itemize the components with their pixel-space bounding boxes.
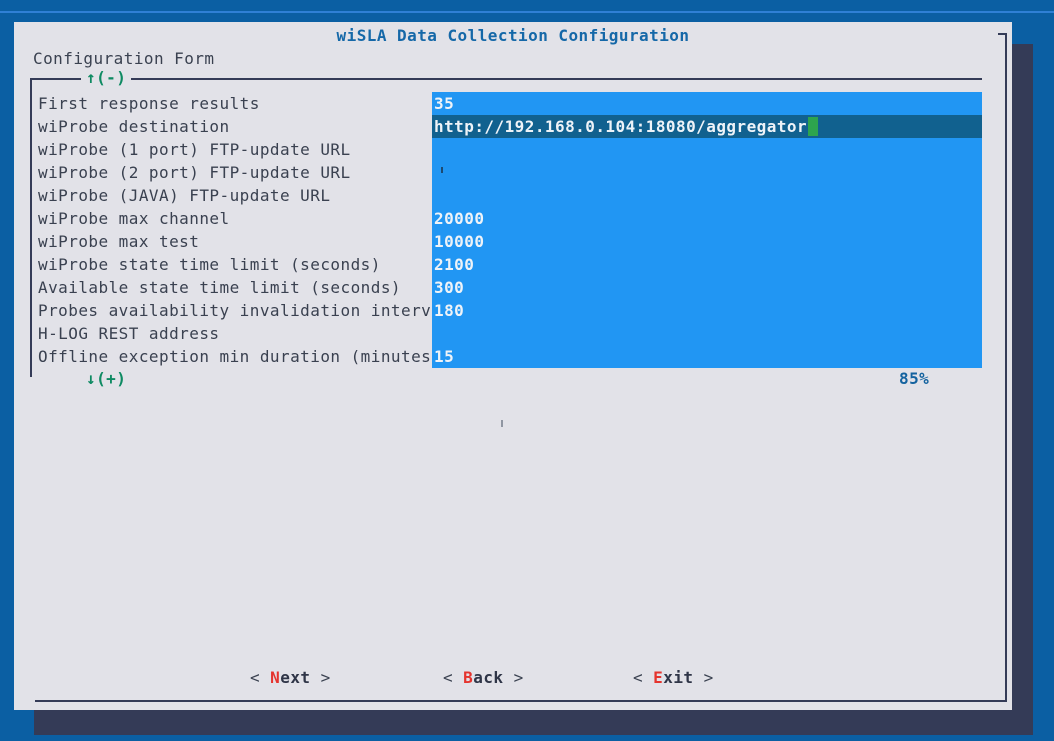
form-rows: First response results35wiProbe destinat… — [38, 92, 982, 368]
button-rest: xit — [663, 668, 693, 687]
scroll-progress-percentage: 85% — [899, 369, 929, 388]
button-rest: ext — [280, 668, 310, 687]
field-value: 2100 — [434, 255, 474, 274]
terminal-top-highlight — [0, 11, 1054, 13]
field-input[interactable] — [432, 161, 982, 184]
field-input[interactable]: 10000 — [432, 230, 982, 253]
next-button[interactable]: < Next > — [250, 668, 331, 687]
form-row: Available state time limit (seconds)300 — [38, 276, 982, 299]
field-input[interactable]: http://192.168.0.104:18080/aggregator — [432, 115, 982, 138]
field-input[interactable]: 20000 — [432, 207, 982, 230]
form-row: wiProbe (1 port) FTP-update URL — [38, 138, 982, 161]
form-row: Offline exception min duration (minutes1… — [38, 345, 982, 368]
page-title: wiSLA Data Collection Configuration — [14, 26, 1012, 45]
form-heading: Configuration Form — [33, 49, 215, 68]
form-row: Probes availability invalidation interv1… — [38, 299, 982, 322]
exit-button[interactable]: < Exit > — [633, 668, 714, 687]
form-box-border-top — [30, 78, 982, 80]
field-label: wiProbe (1 port) FTP-update URL — [38, 138, 432, 161]
field-input[interactable]: 35 — [432, 92, 982, 115]
terminal-screen: wiSLA Data Collection Configuration Conf… — [0, 0, 1054, 741]
field-input[interactable] — [432, 184, 982, 207]
field-input[interactable]: 15 — [432, 345, 982, 368]
form-box-border-left — [30, 78, 32, 377]
form-row: wiProbe state time limit (seconds)2100 — [38, 253, 982, 276]
field-label: wiProbe destination — [38, 115, 432, 138]
field-label: Offline exception min duration (minutes — [38, 345, 432, 368]
scroll-up-indicator: ↑(-) — [81, 68, 131, 87]
field-value: 20000 — [434, 209, 484, 228]
field-label: wiProbe state time limit (seconds) — [38, 253, 432, 276]
button-prefix: < — [633, 668, 653, 687]
button-prefix: < — [250, 668, 270, 687]
form-row: wiProbe (JAVA) FTP-update URL — [38, 184, 982, 207]
scroll-down-indicator: ↓(+) — [81, 369, 131, 388]
form-row: wiProbe destinationhttp://192.168.0.104:… — [38, 115, 982, 138]
field-label: wiProbe max test — [38, 230, 432, 253]
button-rest: ack — [473, 668, 503, 687]
field-input[interactable] — [432, 138, 982, 161]
form-row: First response results35 — [38, 92, 982, 115]
button-hotkey: E — [653, 668, 663, 687]
field-label: wiProbe (JAVA) FTP-update URL — [38, 184, 432, 207]
field-input[interactable]: 2100 — [432, 253, 982, 276]
field-label: Probes availability invalidation interv — [38, 299, 432, 322]
button-hotkey: N — [270, 668, 280, 687]
back-button[interactable]: < Back > — [443, 668, 524, 687]
dialog-border-right — [1005, 33, 1007, 702]
stray-mark — [501, 420, 503, 427]
field-value: 15 — [434, 347, 454, 366]
field-value: 35 — [434, 94, 454, 113]
field-input[interactable]: 180 — [432, 299, 982, 322]
button-suffix: > — [504, 668, 524, 687]
field-label: Available state time limit (seconds) — [38, 276, 432, 299]
field-value: 10000 — [434, 232, 484, 251]
dialog-border-bottom — [35, 700, 1007, 702]
button-prefix: < — [443, 668, 463, 687]
stray-mark — [441, 167, 443, 173]
text-cursor — [808, 117, 818, 136]
form-row: wiProbe max channel20000 — [38, 207, 982, 230]
field-value: 300 — [434, 278, 464, 297]
field-input[interactable]: 300 — [432, 276, 982, 299]
button-hotkey: B — [463, 668, 473, 687]
field-value: 180 — [434, 301, 464, 320]
form-row: wiProbe (2 port) FTP-update URL — [38, 161, 982, 184]
dialog-border-corner — [998, 33, 1007, 35]
form-row: H-LOG REST address — [38, 322, 982, 345]
field-label: H-LOG REST address — [38, 322, 432, 345]
form-row: wiProbe max test10000 — [38, 230, 982, 253]
field-value: http://192.168.0.104:18080/aggregator — [434, 117, 807, 136]
field-label: wiProbe (2 port) FTP-update URL — [38, 161, 432, 184]
button-suffix: > — [694, 668, 714, 687]
field-label: First response results — [38, 92, 432, 115]
button-suffix: > — [311, 668, 331, 687]
configuration-dialog: wiSLA Data Collection Configuration Conf… — [14, 22, 1012, 710]
field-input[interactable] — [432, 322, 982, 345]
field-label: wiProbe max channel — [38, 207, 432, 230]
